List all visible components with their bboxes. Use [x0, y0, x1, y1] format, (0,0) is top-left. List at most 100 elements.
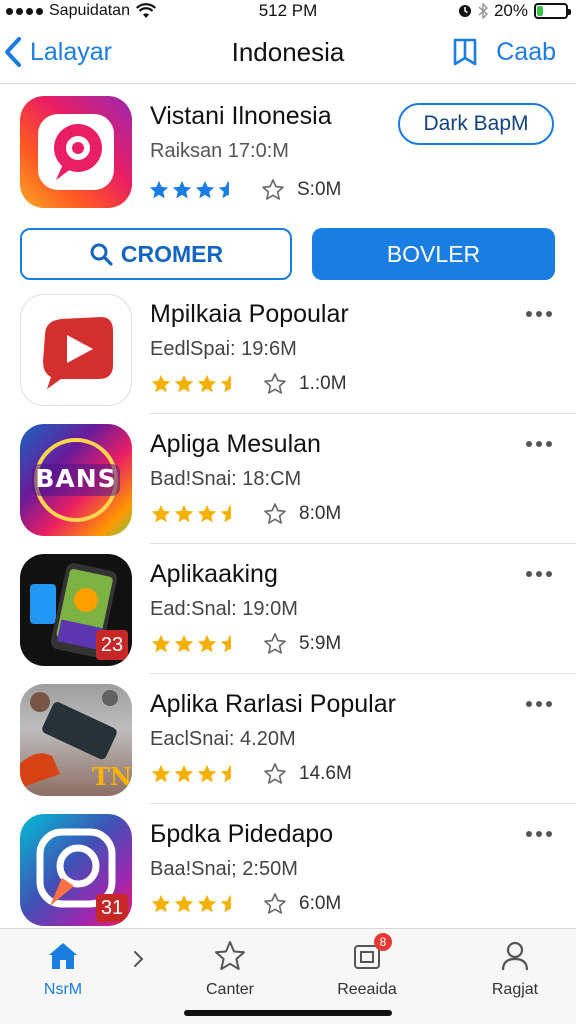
row-divider	[150, 803, 576, 804]
app-subtitle: Bad!Snai: 18:CM	[150, 468, 302, 490]
more-options-icon[interactable]	[526, 828, 556, 840]
list-item[interactable]: BANS Apliga Mesulan Bad!Snai: 18:CM 8:0M	[0, 416, 576, 544]
battery-level	[537, 6, 543, 16]
filled-star-icon	[197, 764, 217, 783]
tab-label: NsrM	[43, 981, 83, 998]
app-icon: BANS	[20, 424, 132, 536]
search-button[interactable]: CROMER	[20, 228, 292, 280]
rating-count: 8:0M	[299, 503, 342, 524]
half-star-icon	[220, 504, 231, 523]
filled-star-icon	[174, 894, 194, 913]
back-label: Lalayar	[30, 37, 112, 66]
list-item[interactable]: 31 Бpdka Pidedapo Baa!Snai; 2:50M 6:0M	[0, 806, 576, 934]
chevron-right-icon[interactable]	[128, 949, 148, 969]
rating-stars	[150, 373, 241, 395]
rating-stars	[150, 633, 241, 655]
featured-app-subtitle: Raiksan 17:0:M	[150, 140, 289, 162]
nav-right-group: Caab	[452, 32, 556, 72]
more-options-icon[interactable]	[526, 308, 556, 320]
outline-star-icon[interactable]	[261, 178, 285, 202]
status-right: 20%	[458, 0, 571, 22]
battery-percent: 20%	[493, 1, 528, 20]
rating-count: 6:0M	[299, 893, 342, 914]
half-star-icon	[220, 764, 231, 783]
filled-star-icon	[174, 504, 194, 523]
app-icon: 31	[20, 814, 132, 926]
rating-count: 14.6M	[299, 763, 352, 784]
featured-rating: S:0M	[148, 178, 341, 202]
half-star-icon	[220, 374, 231, 393]
list-item[interactable]: Mpilkaia Popoular EedlSpai: 19:6M 1.:0M	[0, 286, 576, 414]
filled-star-icon	[151, 374, 171, 393]
tab-reading[interactable]: 8 Reeaida	[312, 933, 422, 1003]
book-icon[interactable]	[452, 37, 478, 67]
app-name: Aplikaaking	[150, 560, 278, 588]
app-name: Бpdka Pidedapo	[150, 820, 334, 848]
app-icon: TN	[20, 684, 132, 796]
camera-pin-icon	[38, 114, 114, 190]
more-options-icon[interactable]	[526, 568, 556, 580]
app-subtitle: EaclSnai: 4.20M	[150, 728, 296, 750]
app-name: Mpilkaia Popoular	[150, 300, 349, 328]
app-name: Apliga Mesulan	[150, 430, 321, 458]
rating-count: 1.:0M	[299, 373, 347, 394]
app-rating: 6:0M	[150, 892, 341, 916]
outline-star-icon[interactable]	[263, 632, 287, 656]
search-button-label: CROMER	[120, 240, 224, 267]
filled-star-icon	[151, 894, 171, 913]
outline-star-icon[interactable]	[263, 372, 287, 396]
notification-badge: 8	[374, 933, 392, 951]
status-bar: Sapuidatan 512 PM 20%	[0, 0, 576, 22]
half-star-icon	[218, 180, 229, 199]
filled-star-icon	[197, 634, 217, 653]
outline-star-icon[interactable]	[263, 762, 287, 786]
primary-button[interactable]: BOVLER	[312, 228, 555, 280]
star-icon	[215, 941, 245, 970]
filled-star-icon	[172, 180, 192, 199]
rating-count: S:0M	[297, 179, 342, 200]
featured-app[interactable]: Vistani Ilnonesia Raiksan 17:0:M S:0M Da…	[0, 84, 576, 220]
tab-profile[interactable]: Ragjat	[460, 939, 570, 1003]
rating-stars	[150, 763, 241, 785]
half-star-icon	[220, 894, 231, 913]
app-subtitle: EedlSpai: 19:6M	[150, 338, 297, 360]
row-divider	[150, 413, 576, 414]
more-options-icon[interactable]	[526, 438, 556, 450]
outline-star-icon[interactable]	[263, 892, 287, 916]
house-icon	[49, 943, 77, 969]
home-indicator[interactable]	[184, 1010, 392, 1016]
filled-star-icon	[174, 634, 194, 653]
app-rating: 14.6M	[150, 762, 352, 786]
featured-app-icon	[20, 96, 132, 208]
more-options-icon[interactable]	[526, 698, 556, 710]
nav-right-button[interactable]: Caab	[496, 38, 556, 67]
row-divider	[150, 543, 576, 544]
chevron-left-icon	[5, 37, 21, 67]
tab-label: Canter	[205, 981, 255, 998]
back-button[interactable]: Lalayar	[4, 32, 112, 72]
filled-star-icon	[174, 764, 194, 783]
filled-star-icon	[197, 894, 217, 913]
filled-star-icon	[197, 504, 217, 523]
list-item[interactable]: 23 Aplikaaking Ead:Snal: 19:0M 5:9M	[0, 546, 576, 674]
filled-star-icon	[149, 180, 169, 199]
app-icon-label: TN	[92, 762, 132, 791]
filled-star-icon	[151, 634, 171, 653]
featured-app-name: Vistani Ilnonesia	[150, 102, 332, 130]
action-buttons: CROMER BOVLER	[0, 228, 576, 280]
row-divider	[150, 673, 576, 674]
rating-stars	[148, 179, 239, 201]
rating-stars	[150, 503, 241, 525]
app-rating: 8:0M	[150, 502, 341, 526]
outline-star-icon[interactable]	[263, 502, 287, 526]
filled-star-icon	[174, 374, 194, 393]
battery-icon	[534, 3, 571, 19]
filled-star-icon	[197, 374, 217, 393]
tab-home[interactable]: NsrM	[8, 939, 118, 1003]
alarm-icon	[458, 5, 471, 17]
list-item[interactable]: TN Aplika Rarlasi Popular EaclSnai: 4.20…	[0, 676, 576, 804]
app-name: Aplika Rarlasi Popular	[150, 690, 396, 718]
dark-button[interactable]: Dark BapM	[398, 103, 554, 145]
tab-center[interactable]: Canter	[175, 939, 285, 1003]
app-subtitle: Ead:Snal: 19:0M	[150, 598, 298, 620]
